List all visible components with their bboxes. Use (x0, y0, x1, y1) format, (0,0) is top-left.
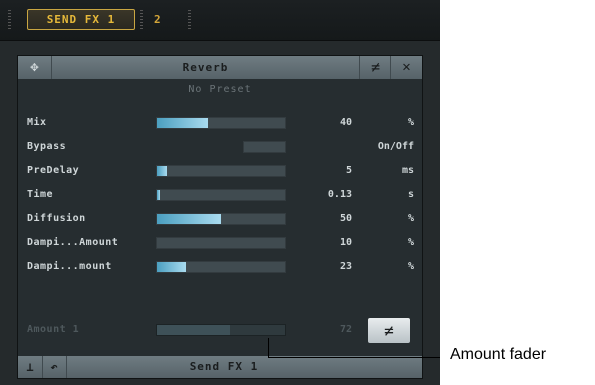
param-slider-fill (157, 190, 160, 200)
close-icon[interactable]: ✕ (390, 56, 422, 79)
param-unit: % (407, 213, 414, 224)
route-icon[interactable]: ⊥ (18, 356, 43, 378)
amount-label: Amount 1 (27, 324, 80, 335)
callout-line-vertical (268, 338, 269, 358)
plugin-footer: ⊥ ↶ Send FX 1 (18, 356, 422, 378)
tab-send-fx-1[interactable]: SEND FX 1 (27, 9, 135, 30)
param-value: 0.13 (327, 189, 352, 200)
callout-label: Amount fader (450, 346, 547, 363)
tab-send-fx-2[interactable]: 2 (154, 9, 161, 30)
param-slider[interactable] (156, 189, 286, 201)
preset-name[interactable]: No Preset (18, 84, 422, 95)
param-unit: % (407, 261, 414, 272)
param-row: PreDelay 5 ms (18, 162, 422, 182)
param-row: Bypass On/Off (18, 138, 422, 158)
param-value: 10 (339, 237, 352, 248)
param-label: Diffusion (27, 213, 86, 224)
param-slider-fill (157, 214, 221, 224)
amount-fader-row: Amount 1 72 (18, 321, 422, 341)
param-value: 23 (339, 261, 352, 272)
callout-line-horizontal (268, 357, 440, 358)
param-slider[interactable] (156, 213, 286, 225)
link-toggle-icon[interactable]: ≠ (368, 318, 410, 343)
param-value: 50 (339, 213, 352, 224)
param-value: 40 (339, 117, 352, 128)
grip-left[interactable] (8, 10, 11, 30)
send-name: Send FX 1 (189, 360, 259, 373)
param-value: 5 (345, 165, 352, 176)
param-label: Bypass (27, 141, 67, 152)
param-label: Mix (27, 117, 47, 128)
grip-separator (140, 10, 143, 30)
param-slider-fill (157, 166, 168, 176)
param-unit: s (407, 189, 414, 200)
param-label: Dampi...mount (27, 261, 112, 272)
param-slider[interactable] (156, 261, 286, 273)
send-tab-bar: SEND FX 1 2 (0, 0, 440, 41)
param-label: Dampi...Amount (27, 237, 119, 248)
amount-fader-fill (157, 325, 230, 335)
send-fx-panel: SEND FX 1 2 ✥ Reverb ≠ ✕ No Preset Mix 40… (0, 0, 440, 385)
param-slider[interactable] (156, 117, 286, 129)
move-arrows-icon[interactable]: ✥ (18, 56, 52, 79)
param-row: Time 0.13 s (18, 186, 422, 206)
param-slider[interactable] (243, 141, 286, 153)
param-row: Dampi...Amount 10% (18, 234, 422, 254)
grip-separator-2 (188, 10, 191, 30)
param-label: PreDelay (27, 165, 80, 176)
amount-value: 72 (339, 324, 352, 335)
param-unit: On/Off (377, 141, 414, 152)
param-row: Diffusion 50% (18, 210, 422, 230)
param-row: Mix 40% (18, 114, 422, 134)
bypass-icon[interactable]: ≠ (359, 56, 391, 79)
param-unit: % (407, 117, 414, 128)
param-label: Time (27, 189, 54, 200)
param-unit: ms (401, 165, 414, 176)
param-unit: % (407, 237, 414, 248)
plugin-header: ✥ Reverb ≠ ✕ (18, 56, 422, 79)
param-slider[interactable] (156, 165, 286, 177)
param-slider-fill (157, 118, 209, 128)
plugin-title: Reverb (182, 61, 229, 74)
undo-icon[interactable]: ↶ (42, 356, 67, 378)
param-slider-fill (157, 262, 187, 272)
param-row: Dampi...mount 23% (18, 258, 422, 278)
amount-fader[interactable] (156, 324, 286, 336)
reverb-plugin: ✥ Reverb ≠ ✕ No Preset Mix 40% Bypass On/Of… (17, 55, 423, 379)
param-slider[interactable] (156, 237, 286, 249)
